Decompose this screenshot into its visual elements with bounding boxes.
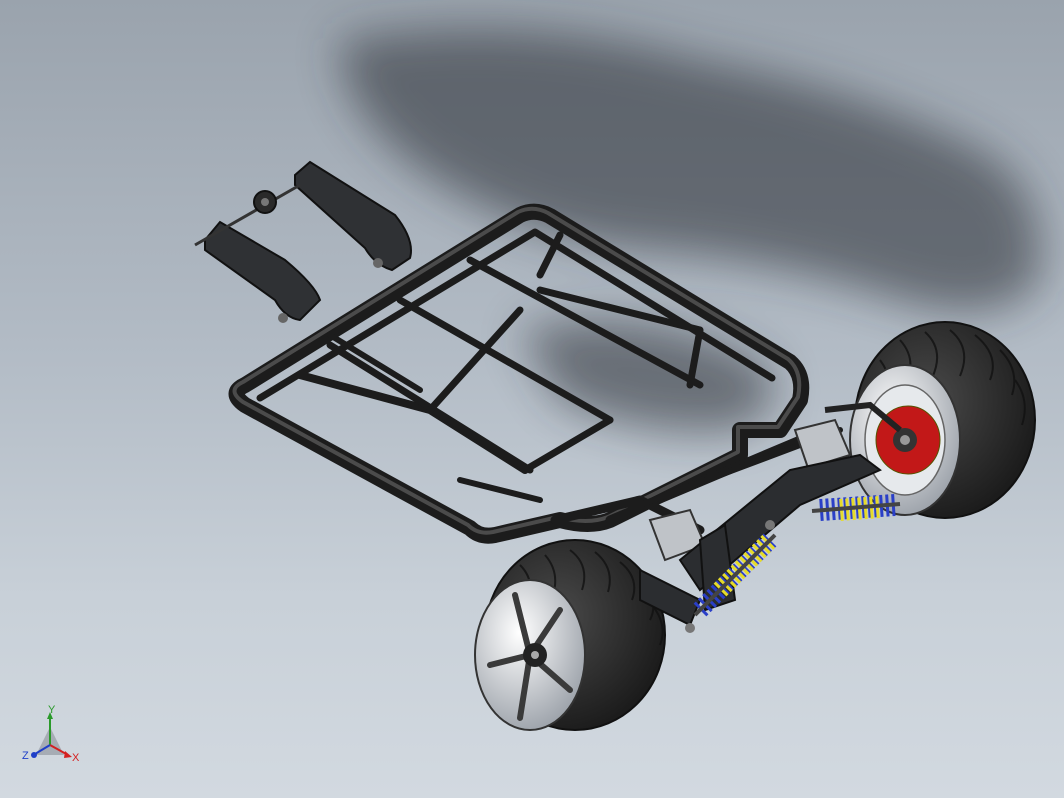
view-triad[interactable]: Y X Z	[22, 704, 80, 764]
cad-3d-viewport[interactable]: Y X Z	[0, 0, 1064, 798]
wheel-front-left[interactable]	[474, 539, 666, 731]
triad-z-label: Z	[22, 750, 29, 762]
shock-absorber-right	[811, 494, 901, 521]
wheel-front-right[interactable]	[849, 321, 1036, 519]
triad-axes-icon	[31, 712, 72, 758]
model-scene[interactable]: Y X Z	[0, 0, 1064, 798]
triad-y-label: Y	[48, 704, 56, 716]
triad-x-label: X	[72, 752, 80, 764]
